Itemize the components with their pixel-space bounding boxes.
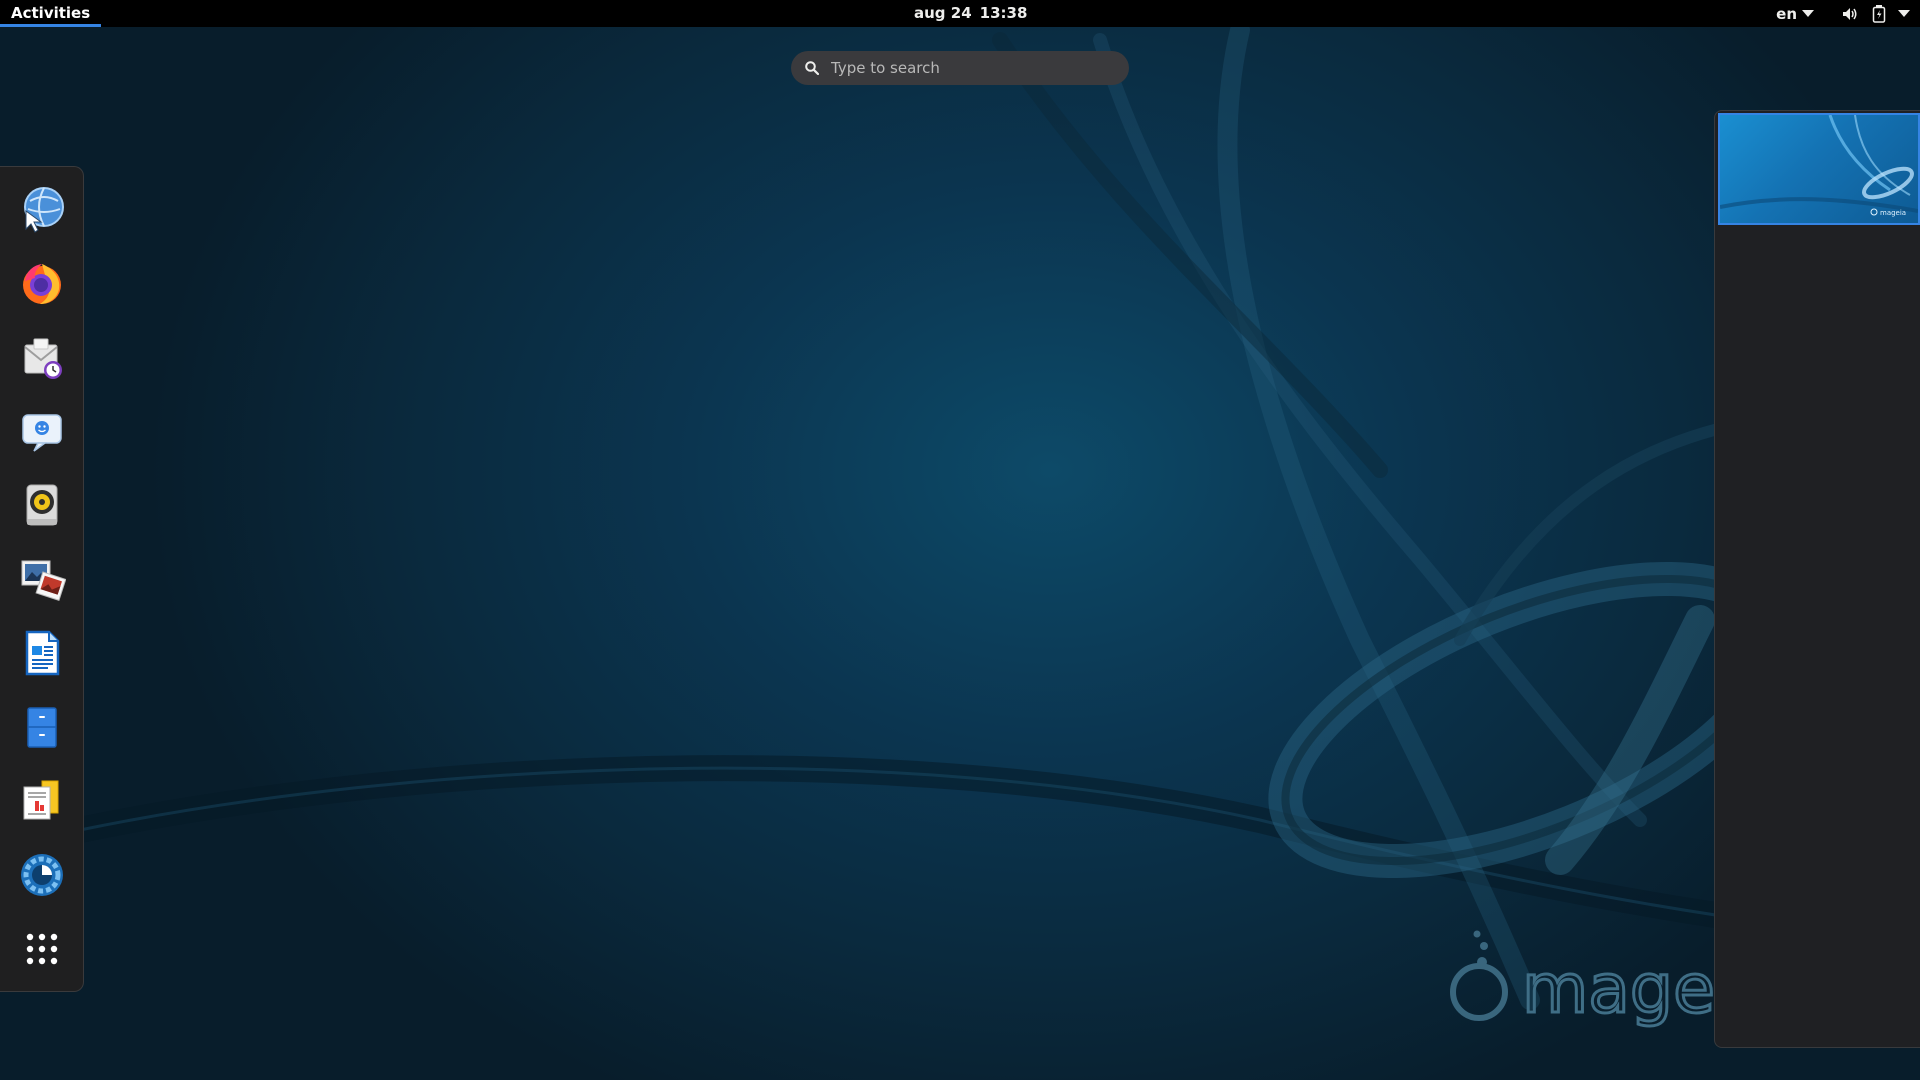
search-input[interactable] [831,59,1091,77]
dash-item-chat[interactable] [14,403,70,459]
dash-item-firefox[interactable] [14,255,70,311]
evolution-mail-icon [24,338,62,379]
workspace-thumbnail-1[interactable]: mageia [1718,113,1920,225]
language-selector[interactable]: en [1776,5,1814,23]
workspace-wallpaper-preview: mageia [1720,115,1918,217]
dash-item-writer[interactable] [14,625,70,681]
libreoffice-writer-icon [25,630,60,676]
dash-item-web-browser[interactable] [14,181,70,237]
shotwell-photos-icon [21,560,66,601]
firefox-icon [23,264,61,304]
workspace-panel [1714,110,1920,1048]
chevron-down-icon [1802,10,1814,17]
dash-item-files[interactable] [14,699,70,755]
clock-time: 13:38 [979,4,1028,22]
document-viewer-icon [23,780,59,820]
show-applications-icon [26,933,58,965]
web-browser-icon [24,187,64,233]
language-label: en [1776,4,1797,23]
volume-icon [1843,7,1857,20]
clock-button[interactable]: aug 24 13:38 [914,0,1035,27]
dash-item-rhythmbox[interactable] [14,477,70,533]
battery-icon [1872,4,1886,23]
search-icon [805,61,819,75]
empathy-chat-icon [22,414,62,452]
workspace-thumbnail-logo-text: mageia [1880,209,1906,217]
dash-item-shotwell[interactable] [14,551,70,607]
settings-icon [21,854,63,896]
clock-date: aug 24 [914,4,972,22]
dash-item-settings[interactable] [14,847,70,903]
dash-item-document-viewer[interactable] [14,773,70,829]
dash [0,166,84,992]
desktop-wallpaper: mageia [67,20,1920,1031]
search-entry[interactable] [791,51,1129,85]
files-icon [27,707,57,748]
show-applications-button[interactable] [14,921,70,977]
system-menu-arrow-icon [1898,10,1910,17]
dash-item-evolution[interactable] [14,329,70,385]
rhythmbox-icon [26,484,58,526]
system-menu-button[interactable] [1842,4,1910,23]
system-tray: en [1776,0,1920,27]
top-bar: Activities aug 24 13:38 en [0,0,1920,27]
activities-button[interactable]: Activities [0,0,102,27]
